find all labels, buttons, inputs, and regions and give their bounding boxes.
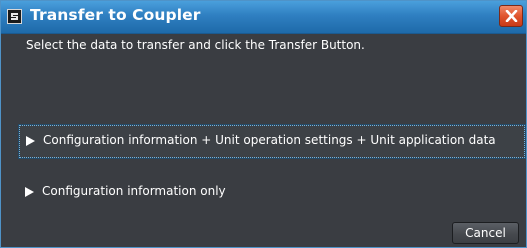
window-title: Transfer to Coupler	[30, 6, 201, 24]
play-arrow-icon	[26, 136, 35, 146]
option-label: Configuration information + Unit operati…	[43, 133, 496, 147]
option-config-only[interactable]: Configuration information only	[19, 181, 525, 205]
close-button[interactable]	[499, 5, 523, 27]
close-icon	[505, 10, 518, 22]
title-bar[interactable]: Transfer to Coupler	[1, 1, 526, 34]
transfer-dialog: Transfer to Coupler Select the data to t…	[0, 0, 527, 248]
option-full-transfer[interactable]: Configuration information + Unit operati…	[18, 124, 526, 159]
cancel-button[interactable]: Cancel	[452, 222, 519, 244]
app-window-icon	[7, 9, 22, 24]
option-label: Configuration information only	[42, 184, 226, 198]
play-arrow-icon	[25, 187, 34, 197]
instruction-text: Select the data to transfer and click th…	[26, 38, 365, 52]
